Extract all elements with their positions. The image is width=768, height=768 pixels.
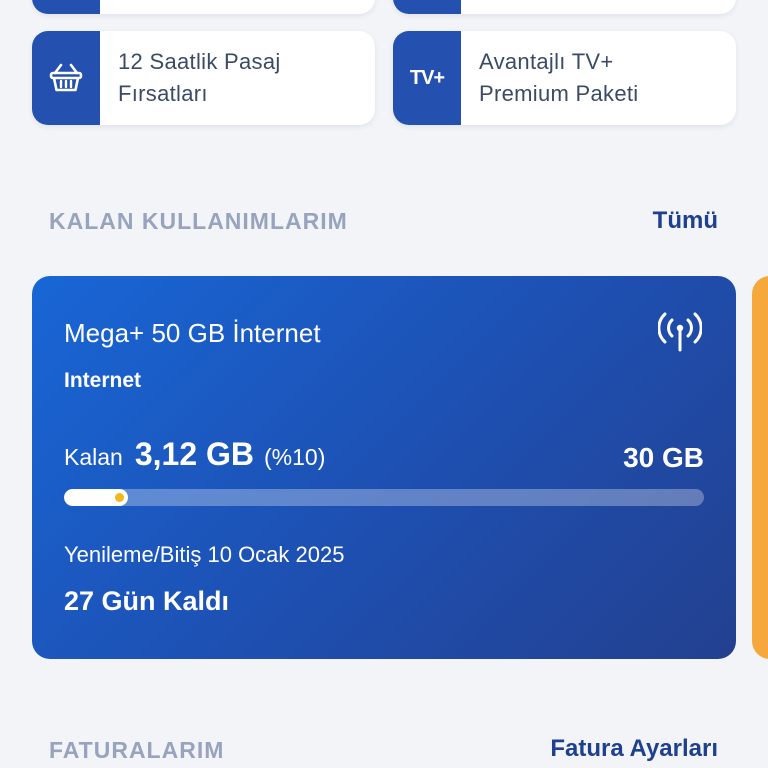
bill-settings-link[interactable]: Fatura Ayarları xyxy=(550,735,718,763)
usage-section-title: KALAN KULLANIMLARIM xyxy=(49,208,348,234)
shortcut-tile-tv-plus[interactable]: TV+ Avantajlı TV+ Premium Paketi xyxy=(393,31,736,125)
remaining-label: Kalan xyxy=(64,444,123,470)
usage-progress-bar xyxy=(64,489,704,506)
page: 12 Saatlik Pasaj Fırsatları TV+ Avantajl… xyxy=(0,0,768,768)
bills-section-title: FATURALARIM xyxy=(49,737,225,763)
shortcut-tile-1[interactable] xyxy=(32,0,375,14)
total-quota: 30 GB xyxy=(623,442,704,473)
package-type: Internet xyxy=(64,369,142,392)
signal-tower-icon xyxy=(658,312,702,352)
remaining-row: Kalan 3,12 GB (%10) xyxy=(64,436,325,473)
basket-icon xyxy=(49,63,83,92)
progress-dot xyxy=(115,493,124,502)
shortcut-label-line2: Fırsatları xyxy=(118,81,208,106)
days-left: 27 Gün Kaldı xyxy=(64,586,230,616)
usage-all-link[interactable]: Tümü xyxy=(653,207,718,235)
unknown-icon xyxy=(393,0,461,14)
unknown-icon xyxy=(32,0,100,14)
shortcut-label-line2: Premium Paketi xyxy=(479,81,639,106)
shortcut-label-line1: Avantajlı TV+ xyxy=(479,49,614,74)
package-name: Mega+ 50 GB İnternet xyxy=(64,318,321,348)
next-usage-card[interactable] xyxy=(752,276,768,659)
tv-plus-icon: TV+ xyxy=(409,66,445,89)
remaining-percent: (%10) xyxy=(264,444,326,470)
remaining-value: 3,12 GB xyxy=(134,436,254,472)
shortcut-label-line1: 12 Saatlik Pasaj xyxy=(118,49,281,74)
shortcut-tile-2[interactable] xyxy=(393,0,736,14)
usage-progress-fill xyxy=(64,489,128,506)
usage-card[interactable]: Mega+ 50 GB İnternet Internet Kalan 3,12… xyxy=(32,276,736,659)
renewal-date: Yenileme/Bitiş 10 Ocak 2025 xyxy=(64,542,345,567)
shortcut-tile-pasaj[interactable]: 12 Saatlik Pasaj Fırsatları xyxy=(32,31,375,125)
